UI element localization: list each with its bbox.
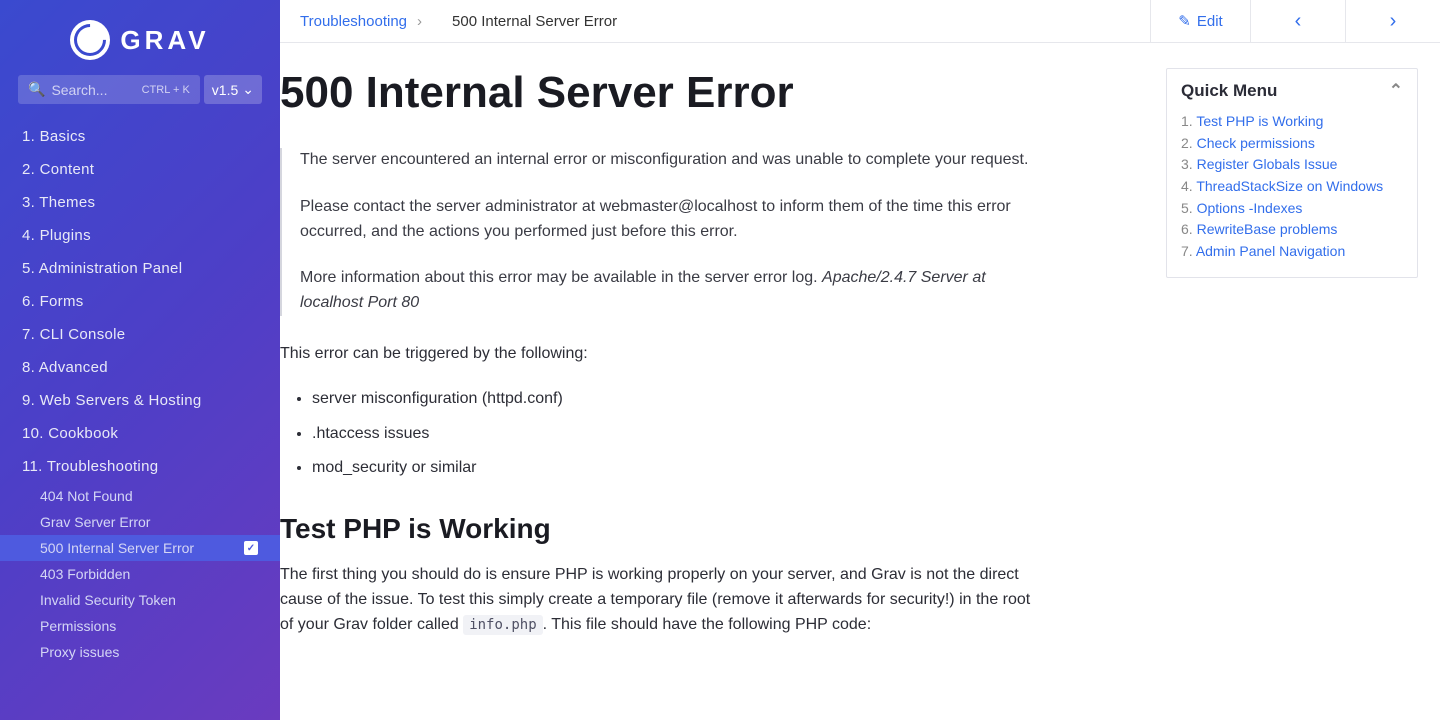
quick-menu-item[interactable]: Register Globals Issue — [1181, 154, 1403, 176]
nav-item[interactable]: 11. Troubleshooting — [0, 450, 280, 483]
quote-line: More information about this error may be… — [300, 266, 1040, 316]
chevron-up-icon[interactable]: ⌃ — [1389, 81, 1403, 101]
edit-icon: ✎ — [1178, 12, 1191, 30]
nav-item[interactable]: 8. Advanced — [0, 351, 280, 384]
nav-item[interactable]: 2. Content — [0, 153, 280, 186]
section-text: The first thing you should do is ensure … — [280, 563, 1040, 637]
check-icon: ✓ — [244, 541, 258, 555]
search-shortcut: CTRL + K — [142, 84, 190, 96]
quick-menu-item[interactable]: Check permissions — [1181, 133, 1403, 155]
next-button[interactable]: › — [1345, 0, 1440, 42]
nav-subitem[interactable]: 403 Forbidden — [0, 561, 280, 587]
nav-item[interactable]: 7. CLI Console — [0, 318, 280, 351]
search-placeholder: Search... — [51, 82, 135, 98]
chevron-right-icon: › — [417, 13, 422, 30]
list-item: server misconfiguration (httpd.conf) — [312, 387, 1040, 412]
quick-menu-list: Test PHP is WorkingCheck permissionsRegi… — [1181, 111, 1403, 263]
breadcrumb: Troubleshooting › 500 Internal Server Er… — [300, 13, 1150, 30]
chevron-down-icon: ⌄ — [242, 81, 254, 98]
nav-subitem[interactable]: Proxy issues — [0, 639, 280, 665]
nav-item[interactable]: 3. Themes — [0, 186, 280, 219]
nav-subitem[interactable]: 500 Internal Server Error✓ — [0, 535, 280, 561]
grav-logo-icon — [70, 20, 110, 60]
quote-line: Please contact the server administrator … — [300, 195, 1040, 245]
quick-menu-item[interactable]: RewriteBase problems — [1181, 219, 1403, 241]
quick-menu: Quick Menu ⌃ Test PHP is WorkingCheck pe… — [1166, 68, 1418, 278]
code-inline: info.php — [463, 615, 542, 635]
quote-line: The server encountered an internal error… — [300, 148, 1040, 173]
search-icon: 🔍 — [28, 81, 45, 98]
list-item: mod_security or similar — [312, 456, 1040, 481]
main: Troubleshooting › 500 Internal Server Er… — [280, 0, 1440, 720]
nav-item[interactable]: 6. Forms — [0, 285, 280, 318]
edit-label: Edit — [1197, 13, 1223, 30]
prev-button[interactable]: ‹ — [1250, 0, 1345, 42]
nav-subitem[interactable]: Grav Server Error — [0, 509, 280, 535]
version-label: v1.5 — [212, 82, 238, 98]
intro-text: This error can be triggered by the follo… — [280, 342, 1040, 367]
brand-name: GRAV — [120, 25, 209, 56]
chevron-left-icon: ‹ — [1295, 10, 1302, 33]
version-select[interactable]: v1.5 ⌄ — [204, 75, 262, 104]
nav-item[interactable]: 9. Web Servers & Hosting — [0, 384, 280, 417]
nav-subitem[interactable]: Permissions — [0, 613, 280, 639]
nav-item[interactable]: 1. Basics — [0, 120, 280, 153]
quick-menu-title: Quick Menu — [1181, 81, 1277, 101]
nav-subitem[interactable]: Invalid Security Token — [0, 587, 280, 613]
edit-button[interactable]: ✎ Edit — [1150, 0, 1250, 42]
quick-menu-item[interactable]: Admin Panel Navigation — [1181, 241, 1403, 263]
quick-menu-item[interactable]: Options -Indexes — [1181, 198, 1403, 220]
nav-subitem[interactable]: 404 Not Found — [0, 483, 280, 509]
sidebar: GRAV 🔍 Search... CTRL + K v1.5 ⌄ 1. Basi… — [0, 0, 280, 720]
cause-list: server misconfiguration (httpd.conf) .hta… — [312, 387, 1040, 481]
nav-item[interactable]: 4. Plugins — [0, 219, 280, 252]
quick-menu-item[interactable]: Test PHP is Working — [1181, 111, 1403, 133]
breadcrumb-current: 500 Internal Server Error — [452, 13, 617, 30]
brand[interactable]: GRAV — [0, 0, 280, 75]
nav-item[interactable]: 5. Administration Panel — [0, 252, 280, 285]
page-title: 500 Internal Server Error — [280, 68, 1040, 118]
topbar: Troubleshooting › 500 Internal Server Er… — [280, 0, 1440, 43]
error-quote: The server encountered an internal error… — [280, 148, 1040, 316]
section-heading: Test PHP is Working — [280, 513, 1040, 545]
breadcrumb-parent[interactable]: Troubleshooting — [300, 13, 407, 30]
search-input[interactable]: 🔍 Search... CTRL + K — [18, 75, 200, 104]
nav-item[interactable]: 10. Cookbook — [0, 417, 280, 450]
chevron-right-icon: › — [1390, 10, 1397, 33]
nav: 1. Basics2. Content3. Themes4. Plugins5.… — [0, 114, 280, 720]
list-item: .htaccess issues — [312, 422, 1040, 447]
quick-menu-item[interactable]: ThreadStackSize on Windows — [1181, 176, 1403, 198]
article: 500 Internal Server Error The server enc… — [280, 68, 1156, 720]
